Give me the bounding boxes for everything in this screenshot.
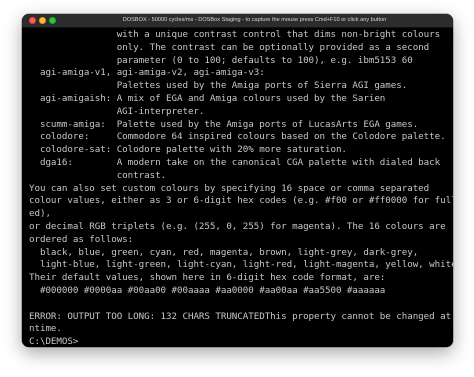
terminal-line: contrast.: [29, 169, 167, 181]
terminal-line: only. The contrast can be optionally pro…: [29, 41, 430, 53]
dosbox-window: DOSBOX - 50000 cycles/ms - DOSBox Stagin…: [22, 14, 453, 347]
terminal-line: parameter (0 to 100; defaults to 100), e…: [29, 54, 413, 66]
terminal-line: ordered as follows:: [29, 233, 134, 245]
terminal-line: #000000 #0000aa #00aa00 #00aaaa #aa0000 …: [29, 285, 386, 296]
dos-screen[interactable]: with a unique contrast control that dims…: [22, 28, 453, 347]
terminal-line: agi-amiga-v1, agi-amiga-v2, agi-amiga-v3…: [29, 67, 265, 79]
terminal-line: agi-amigaish: A mix of EGA and Amiga col…: [29, 93, 386, 104]
command-prompt[interactable]: C:\DEMOS>: [29, 337, 78, 347]
terminal-line: dga16: A modern take on the canonical CG…: [29, 157, 441, 168]
title-bar[interactable]: DOSBOX - 50000 cycles/ms - DOSBox Stagin…: [22, 14, 453, 28]
terminal-line: with a unique contrast control that dims…: [29, 29, 441, 40]
terminal-line: colour values, either as 3 or 6-digit he…: [29, 195, 453, 207]
terminal-line: Their default values, shown here in 6-di…: [29, 272, 386, 284]
terminal-line: You can also set custom colours by speci…: [29, 182, 430, 194]
terminal-line: ed),: [29, 208, 51, 220]
maximize-button[interactable]: [49, 17, 56, 24]
terminal-line: Palettes used by the Amiga ports of Sier…: [29, 80, 408, 92]
terminal-line: colodore-sat: Colodore palette with 20% …: [29, 144, 347, 156]
error-line: ntime.: [29, 323, 62, 335]
terminal-line: black, blue, green, cyan, red, magenta, …: [29, 246, 419, 258]
terminal-line: scumm-amiga: Palette used by the Amiga p…: [29, 118, 419, 130]
terminal-line: colodore: Commodore 64 inspired colours …: [29, 131, 446, 143]
minimize-button[interactable]: [39, 17, 46, 24]
error-line: ERROR: OUTPUT TOO LONG: 132 CHARS TRUNCA…: [29, 310, 453, 322]
close-button[interactable]: [29, 17, 36, 24]
terminal-line: light-blue, light-green, light-cyan, lig…: [29, 259, 453, 271]
window-title: DOSBOX - 50000 cycles/ms - DOSBox Stagin…: [122, 17, 387, 23]
terminal-line: or decimal RGB triplets (e.g. (255, 0, 2…: [29, 221, 446, 232]
terminal-line: AGI-interpreter.: [29, 105, 205, 117]
